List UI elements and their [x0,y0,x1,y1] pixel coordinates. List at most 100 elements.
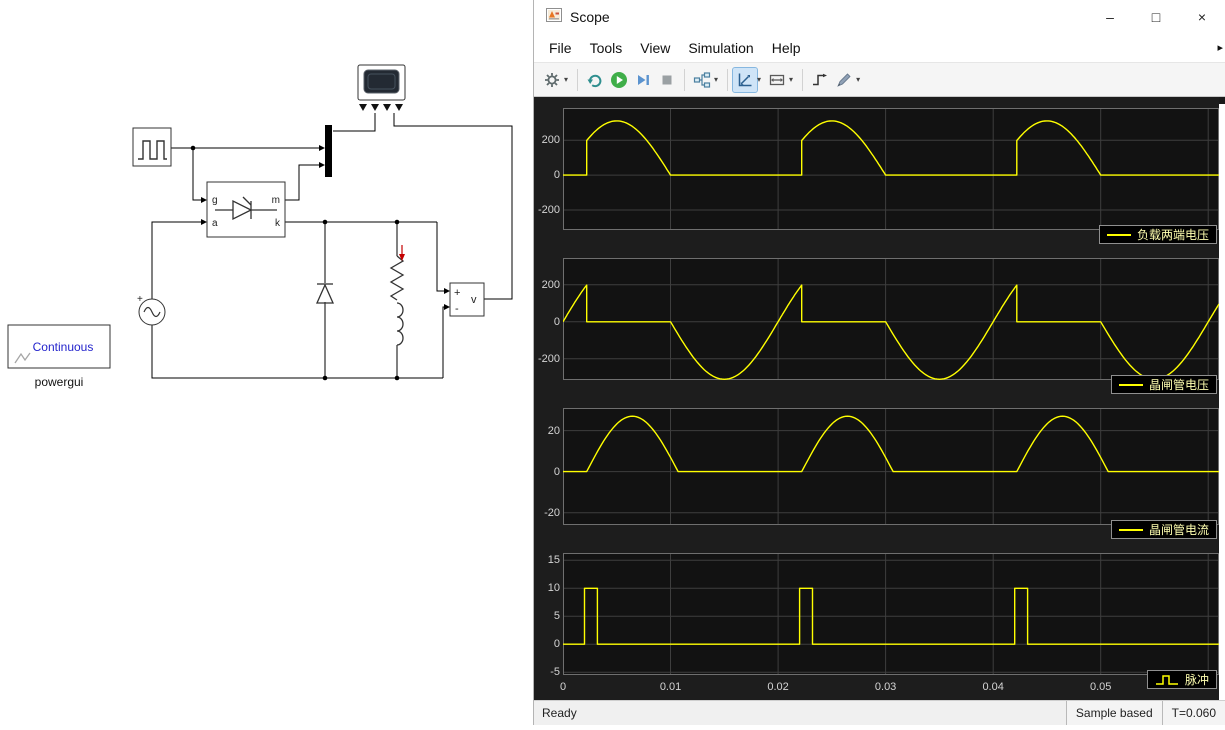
port-label-m: m [272,195,280,206]
legend-step-icon [1155,674,1178,685]
menu-bar: File Tools View Simulation Help ▸ [534,34,1225,62]
minimize-button[interactable]: – [1087,0,1133,34]
scale-axes-caret[interactable]: ▾ [757,75,761,84]
thyristor-block[interactable]: g a m k [206,181,286,238]
toolbar-separator [802,68,804,91]
status-ready: Ready [542,706,577,720]
toolbar-separator [577,68,579,91]
scope-subplot-3 [563,408,1219,525]
stop-button[interactable] [655,68,679,92]
inductor-icon [396,302,404,346]
toolbar-separator [684,68,686,91]
legend-line-icon [1118,383,1143,386]
scope-input-ports [359,104,403,111]
x-tick-label: 0.05 [1089,681,1112,693]
scale-axes-button[interactable] [732,66,759,93]
legend-1[interactable]: 负载两端电压 [1098,225,1217,244]
scope-subplot-4 [563,553,1219,675]
legend-label: 脉冲 [1184,673,1209,687]
status-sample-mode: Sample based [1065,701,1162,725]
maximize-button[interactable]: □ [1133,0,1179,34]
x-tick-label: 0.01 [659,681,682,693]
x-tick-label: 0.03 [874,681,897,693]
x-tick-label: 0 [559,681,567,693]
title-bar[interactable]: Scope – □ × [534,0,1225,34]
vm-v-label: v [471,294,477,306]
y-tick-label: 200 [541,134,560,147]
diode-block[interactable] [315,283,335,304]
toolbar-separator [727,68,729,91]
legend-4[interactable]: 脉冲 [1146,670,1217,689]
simulink-canvas: g a m k + + - v Continuous powergui [0,0,533,725]
scope-window: Scope – □ × File Tools View Simulation Help ▸… [533,0,1225,725]
menu-item-tools[interactable]: Tools [581,37,632,59]
x-tick-label: 0.02 [767,681,789,693]
x-tick-label: 0.04 [982,681,1004,693]
y-tick-label: 200 [541,278,560,291]
y-tick-label: 0 [553,638,560,651]
measurements-button[interactable] [832,68,856,92]
zoom-fit-caret[interactable]: ▾ [789,75,793,84]
measurements-caret[interactable]: ▾ [856,75,860,84]
menu-item-view[interactable]: View [631,37,679,59]
toolbar: ▾ ▾ ▾ ▾ ▾ [534,62,1225,97]
trigger-button[interactable] [808,68,832,92]
legend-2[interactable]: 晶闸管电压 [1110,375,1217,394]
scope-screen-icon [363,69,400,94]
scope-subplot-2 [563,258,1219,380]
y-tick-label: 10 [547,582,560,595]
ac-voltage-source-block[interactable]: + [137,294,166,326]
legend-line-icon [1118,528,1143,531]
menu-overflow-icon[interactable]: ▸ [1217,41,1223,54]
resistor-icon [389,255,405,301]
status-sim-time: T=0.060 [1161,701,1225,725]
powergui-block[interactable]: Continuous powergui [7,324,111,389]
y-tick-label: -200 [537,203,560,216]
menu-item-simulation[interactable]: Simulation [679,37,762,59]
vm-plus-label: + [454,287,460,299]
y-tick-label: 0 [553,169,560,182]
strip-corner-square [1219,97,1225,104]
wire-junctions [190,145,400,381]
scope-app-icon [546,7,562,27]
pulse-generator-block[interactable] [132,127,172,167]
legend-label: 晶闸管电流 [1148,523,1209,537]
mux-block[interactable] [325,125,332,177]
menu-item-file[interactable]: File [540,37,581,59]
zoom-fit-button[interactable] [765,68,789,92]
port-label-g: g [212,195,218,206]
simulation-snapshot-button[interactable] [583,68,607,92]
source-plus-label: + [137,294,143,305]
powergui-title: Continuous [33,340,94,354]
settings-gear-button[interactable] [540,68,564,92]
signal-selector-button[interactable] [690,68,714,92]
run-button[interactable] [607,68,631,92]
y-tick-label: 0 [553,465,560,478]
y-tick-label: 0 [553,315,560,328]
signal-selector-caret[interactable]: ▾ [714,75,718,84]
settings-dropdown-caret[interactable]: ▾ [564,75,568,84]
y-tick-label: 20 [547,424,560,437]
y-tick-label: -5 [550,666,560,679]
menu-item-help[interactable]: Help [763,37,810,59]
legend-label: 负载两端电压 [1136,228,1209,242]
y-tick-label: 5 [553,610,560,623]
rlc-branch-block[interactable] [389,245,405,346]
window-title: Scope [570,9,610,25]
y-tick-label: 15 [547,554,560,567]
voltage-measurement-block[interactable]: + - v [449,282,485,317]
scope-block[interactable] [357,64,406,111]
status-bar: Ready Sample based T=0.060 [534,700,1225,725]
plot-right-strip [1219,97,1225,700]
y-tick-label: -200 [537,352,560,365]
y-tick-label: -20 [544,506,560,519]
legend-line-icon [1106,233,1131,236]
legend-3[interactable]: 晶闸管电流 [1110,520,1217,539]
powergui-label: powergui [35,375,84,389]
legend-label: 晶闸管电压 [1148,378,1209,392]
vm-minus-label: - [455,303,459,315]
scope-plot-area: 200 0 -200 负载两端电压 200 0 -200 晶闸管电压 20 0 -20 晶闸管电流 15… [534,97,1225,700]
scope-subplot-1 [563,108,1219,230]
close-button[interactable]: × [1179,0,1225,34]
step-forward-button[interactable] [631,68,655,92]
